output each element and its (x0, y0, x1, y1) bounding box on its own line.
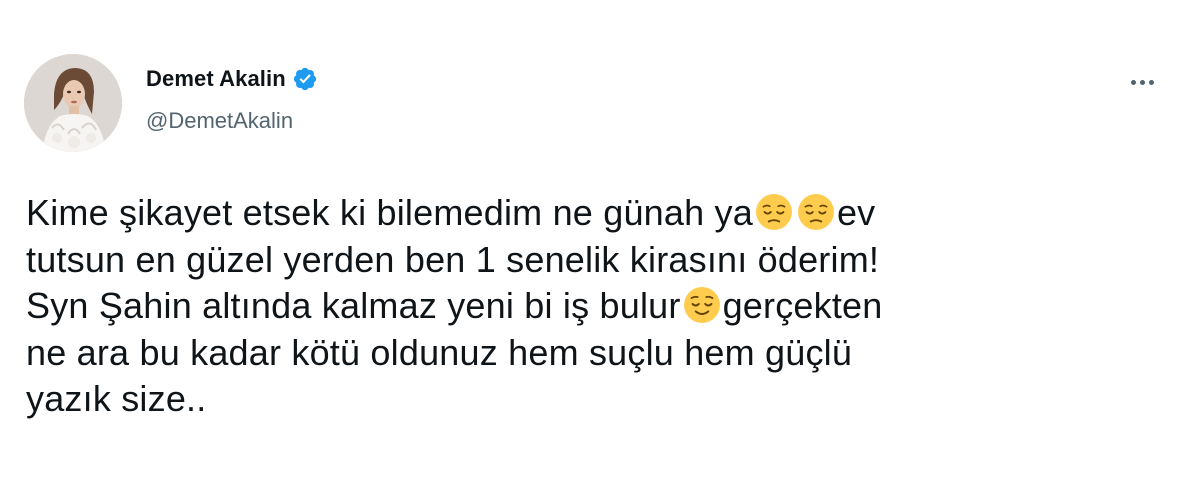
tweet-line: tutsun en güzel yerden ben 1 senelik kir… (26, 237, 1176, 284)
pensive-face-emoji-icon (797, 193, 835, 231)
tweet-card: Demet Akalin @DemetAkalin Kime şikayet e… (0, 0, 1200, 486)
tweet-line: Kime şikayet etsek ki bilemedim ne günah… (26, 190, 1176, 237)
tweet-line: Syn Şahin altında kalmaz yeni bi iş bulu… (26, 283, 1176, 330)
tweet-line: yazık size.. (26, 376, 1176, 423)
tweet-text-segment: yazık size.. (26, 378, 207, 419)
tweet-text-segment: Syn Şahin altında kalmaz yeni bi iş bulu… (26, 285, 681, 326)
tweet-text-segment: tutsun en güzel yerden ben 1 senelik kir… (26, 238, 880, 280)
author-display-name[interactable]: Demet Akalin (146, 66, 286, 92)
tweet-line: ne ara bu kadar kötü oldunuz hem suçlu h… (26, 330, 1176, 377)
more-horizontal-icon-dot (1148, 79, 1154, 85)
tweet-text-segment: gerçekten (722, 285, 883, 326)
tweet-text: Kime şikayet etsek ki bilemedim ne günah… (26, 190, 1176, 423)
profile-photo-icon (24, 54, 122, 152)
verified-badge-icon (292, 66, 318, 92)
more-horizontal-icon-dot (1139, 79, 1145, 85)
more-horizontal-icon (1130, 79, 1136, 85)
tweet-text-segment: ne ara bu kadar kötü oldunuz hem suçlu h… (26, 331, 853, 373)
author-name-row: Demet Akalin (146, 66, 318, 92)
author-avatar[interactable] (24, 54, 122, 152)
pensive-face-emoji-icon (755, 193, 793, 231)
tweet-text-segment: ev (836, 192, 876, 233)
tweet-text-segment: Kime şikayet etsek ki bilemedim ne günah… (26, 192, 753, 233)
author-handle[interactable]: @DemetAkalin (146, 108, 293, 134)
relieved-face-emoji-icon (683, 286, 721, 324)
more-options-button[interactable] (1124, 68, 1160, 96)
